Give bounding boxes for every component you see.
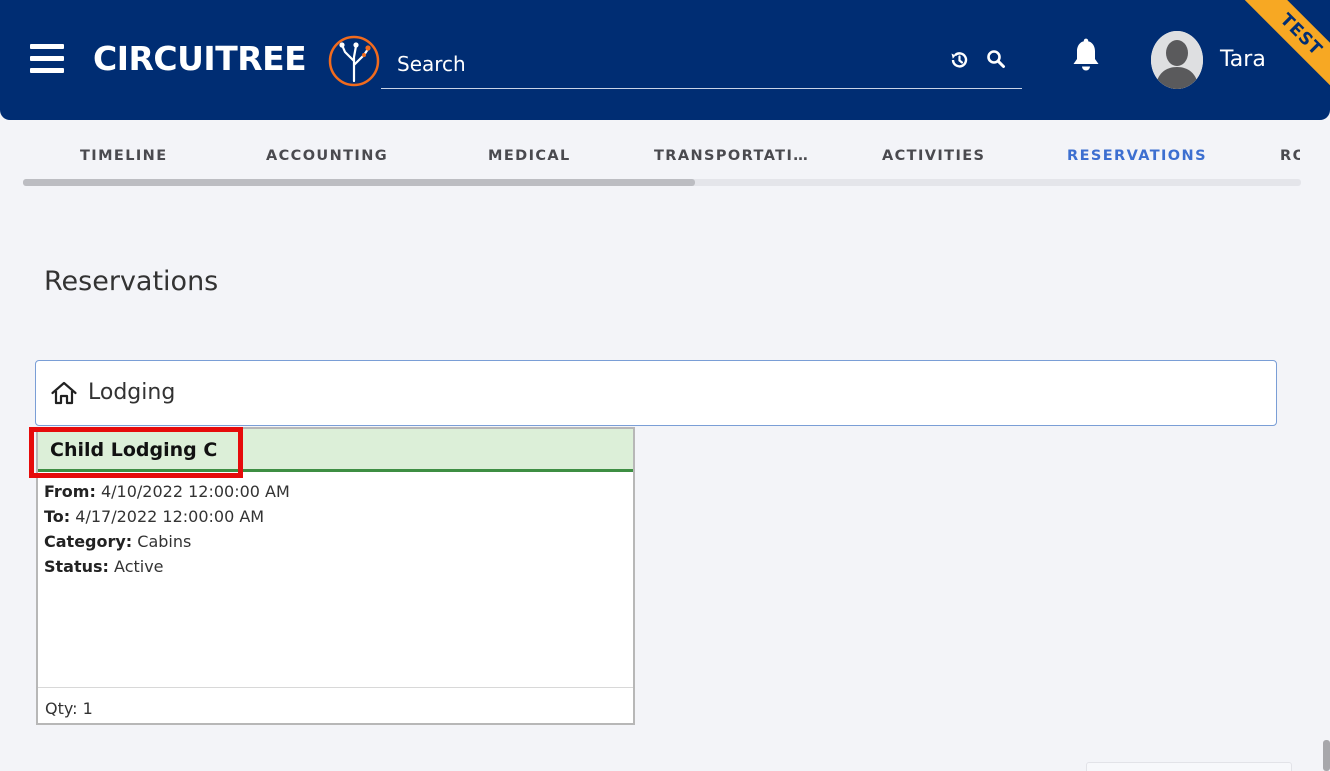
page-title: Reservations <box>44 266 219 297</box>
menu-icon[interactable] <box>30 44 64 74</box>
card-field-to: To: 4/17/2022 12:00:00 AM <box>44 506 264 528</box>
field-value: Active <box>114 557 164 576</box>
field-value: 4/17/2022 12:00:00 AM <box>75 507 265 526</box>
tab-accounting[interactable]: ACCOUNTING <box>266 130 388 180</box>
field-value: Cabins <box>137 532 192 551</box>
search-bar <box>381 40 1022 89</box>
lodging-section-label: Lodging <box>88 380 176 405</box>
highlight-annotation-box <box>29 427 243 478</box>
lodging-section-header[interactable]: Lodging <box>35 360 1277 426</box>
search-icon[interactable] <box>986 49 1006 69</box>
top-nav-bar: CIRCUITREE Tara TEST <box>0 0 1330 120</box>
card-field-status: Status: Active <box>44 556 164 578</box>
bottom-right-panel <box>1086 762 1292 771</box>
tab-ro[interactable]: RO <box>1280 130 1300 180</box>
field-label: From: <box>44 482 96 501</box>
card-field-category: Category: Cabins <box>44 531 191 553</box>
avatar-silhouette-icon <box>1151 31 1203 89</box>
logo-wordmark[interactable]: CIRCUITREE <box>93 39 307 79</box>
card-quantity: Qty: 1 <box>45 699 93 718</box>
field-label: Status: <box>44 557 109 576</box>
tab-transportation[interactable]: TRANSPORTATI… <box>654 130 809 180</box>
search-input[interactable] <box>397 50 937 78</box>
tab-activities[interactable]: ACTIVITIES <box>882 130 985 180</box>
notification-bell-icon[interactable] <box>1070 38 1102 74</box>
user-name[interactable]: Tara <box>1220 46 1266 74</box>
tab-timeline[interactable]: TIMELINE <box>80 130 168 180</box>
tabs-scroll-thumb[interactable] <box>23 179 695 186</box>
card-field-from: From: 4/10/2022 12:00:00 AM <box>44 481 290 503</box>
card-footer: Qty: 1 <box>38 687 633 723</box>
tab-medical[interactable]: MEDICAL <box>488 130 571 180</box>
page-scrollbar-thumb[interactable] <box>1323 740 1330 771</box>
tab-reservations[interactable]: RESERVATIONS <box>1067 130 1207 180</box>
history-icon[interactable] <box>949 50 969 70</box>
field-value: 4/10/2022 12:00:00 AM <box>100 482 290 501</box>
field-label: Category: <box>44 532 133 551</box>
logo-tree-icon <box>328 35 380 87</box>
user-avatar[interactable] <box>1151 31 1203 89</box>
home-icon <box>51 381 77 405</box>
field-label: To: <box>44 507 71 526</box>
